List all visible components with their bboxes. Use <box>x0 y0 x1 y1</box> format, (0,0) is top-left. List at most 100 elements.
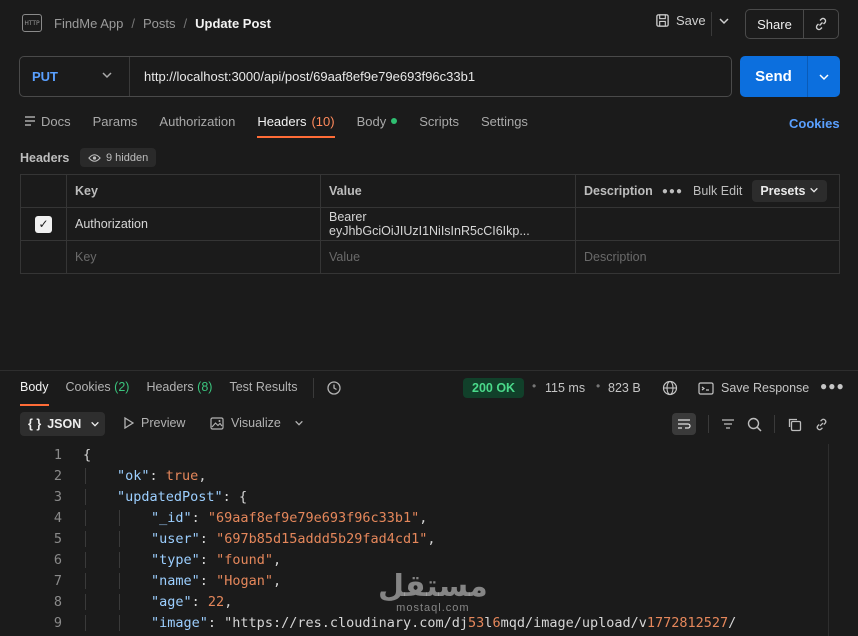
breadcrumb-current[interactable]: Update Post <box>195 16 271 31</box>
breadcrumb-workspace[interactable]: FindMe App <box>54 16 123 31</box>
code-line: 1{ <box>20 444 828 465</box>
share-button[interactable]: Share <box>746 10 804 38</box>
status-badge[interactable]: 200 OK <box>463 378 525 398</box>
code-text: "name": "Hogan", <box>83 572 281 589</box>
wrap-lines-button[interactable] <box>672 413 696 435</box>
cookies-link[interactable]: Cookies <box>789 116 840 131</box>
indent-guide <box>119 614 120 631</box>
header-actions: ●●● Bulk Edit Presets <box>662 180 827 202</box>
copy-icon[interactable] <box>787 417 802 432</box>
share-group: Share <box>745 9 839 39</box>
url-input[interactable] <box>130 57 731 96</box>
chevron-down-icon[interactable] <box>294 418 304 428</box>
watermark: مستقل mostaql.com <box>378 572 488 615</box>
presets-dropdown[interactable]: Presets <box>752 180 827 202</box>
line-number: 8 <box>53 593 62 610</box>
hidden-headers-toggle[interactable]: 9 hidden <box>80 148 157 167</box>
row-checkbox-cell <box>20 240 67 274</box>
header-description-cell[interactable] <box>575 207 840 241</box>
image-icon <box>210 416 224 430</box>
code-line: 2 "ok": true, <box>20 465 828 486</box>
resp-tab-headers[interactable]: Headers (8) <box>146 380 229 400</box>
line-number: 4 <box>53 509 62 526</box>
presets-label: Presets <box>760 184 806 198</box>
tab-headers[interactable]: Headers (10) <box>246 112 345 138</box>
http-request-icon: HTTP <box>22 14 42 32</box>
eye-icon <box>88 153 101 162</box>
tab-settings[interactable]: Settings <box>470 112 539 138</box>
new-value-input[interactable]: Value <box>320 240 576 274</box>
code-line: 9 "image": "https://res.cloudinary.com/dj… <box>20 612 828 633</box>
divider <box>313 378 314 398</box>
send-group: Send <box>740 56 840 97</box>
indent-guide <box>85 572 86 589</box>
request-tabs: Docs Params Authorization Headers (10) B… <box>22 112 539 138</box>
panel-divider[interactable] <box>0 370 858 371</box>
history-icon[interactable] <box>326 380 342 399</box>
headers-section-label: Headers <box>20 151 70 165</box>
tab-docs[interactable]: Docs <box>22 112 82 138</box>
header-key-cell[interactable]: Authorization <box>66 207 321 241</box>
code-scrollbar[interactable] <box>828 444 838 636</box>
response-size[interactable]: 823 B <box>608 381 641 395</box>
bulk-edit-button[interactable]: Bulk Edit <box>693 184 742 198</box>
row-enabled-checkbox[interactable]: ✓ <box>35 215 52 233</box>
resp-tab-cookies[interactable]: Cookies (2) <box>66 380 147 400</box>
send-options-chevron-down-icon[interactable] <box>808 56 840 97</box>
globe-icon[interactable] <box>662 380 678 399</box>
response-view-bar: { } JSON Preview Visualize <box>20 412 840 436</box>
save-response-button[interactable]: Save Response <box>698 381 809 395</box>
resp-tab-headers-label: Headers <box>146 380 194 394</box>
send-button[interactable]: Send <box>740 56 808 97</box>
method-label: PUT <box>32 69 58 84</box>
table-row-new: Key Value Description <box>20 240 840 274</box>
save-label: Save <box>676 13 706 28</box>
method-select[interactable]: PUT <box>20 57 130 96</box>
code-text: "updatedPost": { <box>83 488 247 505</box>
more-options-icon[interactable]: ●●● <box>662 186 683 197</box>
indent-guide <box>85 593 86 610</box>
tab-authorization[interactable]: Authorization <box>148 112 246 138</box>
tab-params[interactable]: Params <box>82 112 149 138</box>
tab-headers-count: (10) <box>311 113 335 129</box>
new-key-input[interactable]: Key <box>66 240 321 274</box>
save-button[interactable]: Save <box>655 13 706 28</box>
response-time[interactable]: 115 ms <box>545 381 585 395</box>
breadcrumb-folder[interactable]: Posts <box>143 16 176 31</box>
save-options-chevron-down-icon[interactable] <box>718 15 730 30</box>
code-line: 5 "user": "697b85d15addd5b29fad4cd1", <box>20 528 828 549</box>
visualize-button[interactable]: Visualize <box>210 416 304 430</box>
indent-guide <box>85 509 86 526</box>
divider <box>774 415 775 433</box>
separator-dot: • <box>596 379 601 393</box>
line-number: 9 <box>53 614 62 631</box>
resp-tab-test-results[interactable]: Test Results <box>229 380 314 400</box>
code-text: { <box>83 446 92 463</box>
new-description-input[interactable]: Description <box>575 240 840 274</box>
copy-link-button[interactable] <box>804 10 838 38</box>
format-label: JSON <box>47 417 82 431</box>
request-url-bar: PUT <box>19 56 732 97</box>
more-options-icon[interactable]: ●●● <box>820 379 845 393</box>
link-icon[interactable] <box>814 417 829 432</box>
breadcrumb-separator: / <box>131 16 135 31</box>
resp-tab-headers-count: (8) <box>197 380 213 394</box>
visualize-label: Visualize <box>231 416 281 430</box>
resp-tab-cookies-count: (2) <box>114 380 130 394</box>
search-icon[interactable] <box>747 417 762 432</box>
resp-tab-body[interactable]: Body <box>20 380 66 406</box>
preview-button[interactable]: Preview <box>124 416 185 430</box>
tab-settings-label: Settings <box>480 113 528 129</box>
tab-scripts[interactable]: Scripts <box>408 112 470 138</box>
indent-guide <box>119 572 120 589</box>
indent-guide <box>85 488 86 505</box>
header-value-cell[interactable]: Bearer eyJhbGciOiJIUzI1NiIsInR5cCI6Ikp..… <box>320 207 576 241</box>
filter-icon[interactable] <box>721 418 735 430</box>
tab-params-label: Params <box>92 113 138 129</box>
top-bar: HTTP FindMe App / Posts / Update Post Sa… <box>0 0 858 48</box>
tab-body[interactable]: Body <box>346 112 409 138</box>
code-text: "_id": "69aaf8ef9e79e693f96c33b1", <box>83 509 427 526</box>
tab-body-label: Body <box>356 113 387 129</box>
format-select[interactable]: { } JSON <box>20 412 105 436</box>
play-icon <box>124 417 134 429</box>
